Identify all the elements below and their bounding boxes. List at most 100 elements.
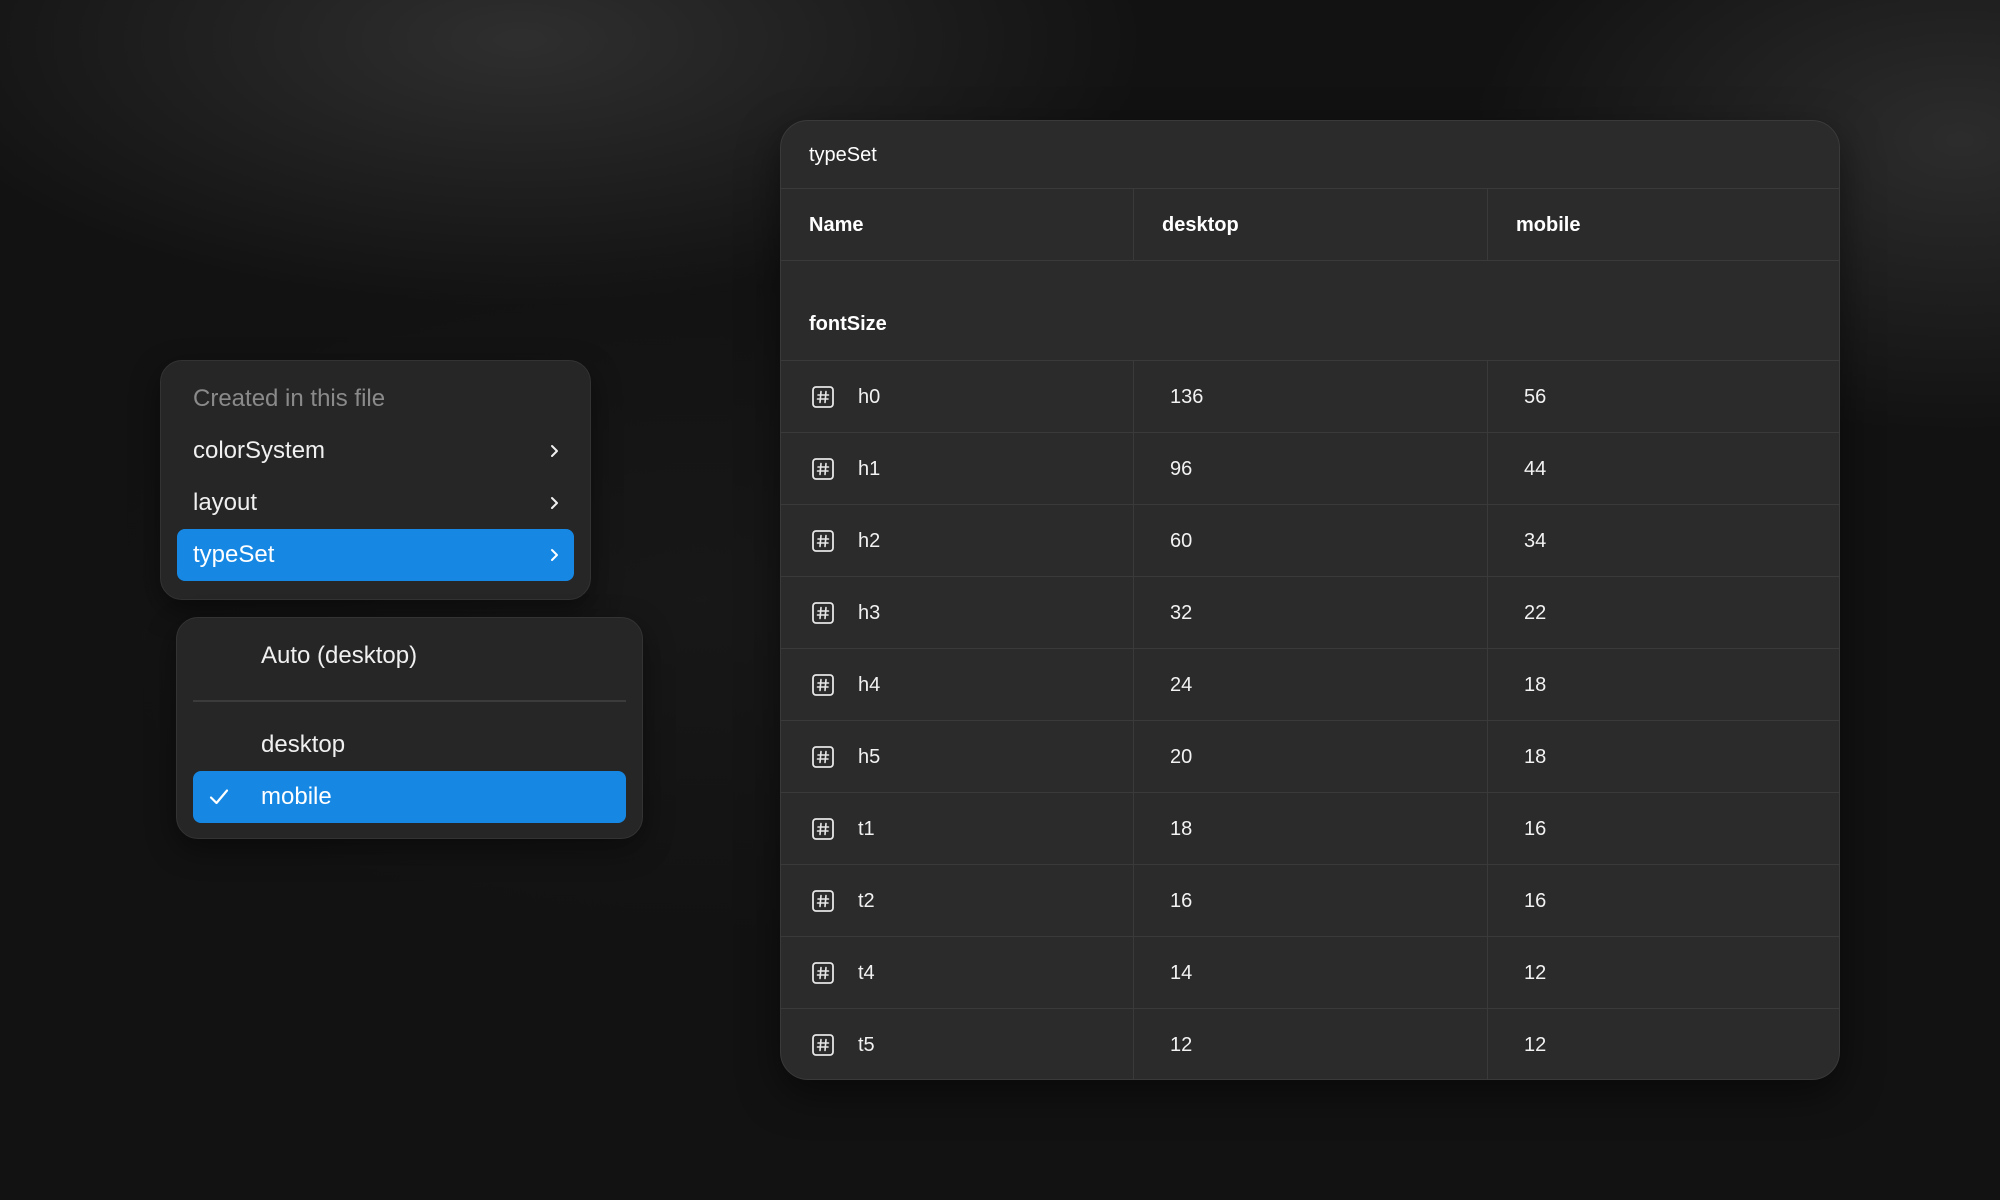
desktop-value-cell[interactable]: 12 — [1134, 1009, 1488, 1079]
variable-name: t5 — [858, 1034, 875, 1056]
table-row[interactable]: t4 14 12 — [781, 937, 1839, 1009]
number-variable-icon — [812, 818, 834, 840]
variable-rows: h0 136 56 h1 96 44 h2 60 34 h3 32 22 h4 24 18 h5 20 18 t1 1… — [781, 361, 1839, 1079]
collection-item-layout[interactable]: layout — [177, 477, 574, 529]
chevron-right-icon — [551, 497, 558, 509]
variable-name-cell[interactable]: t1 — [781, 793, 1134, 864]
mobile-value: 22 — [1524, 602, 1547, 624]
mobile-value-cell[interactable]: 12 — [1488, 937, 1839, 1008]
desktop-value-cell[interactable]: 16 — [1134, 865, 1488, 936]
table-row[interactable]: h1 96 44 — [781, 433, 1839, 505]
desktop-value-cell[interactable]: 96 — [1134, 433, 1488, 504]
desktop-value-cell[interactable]: 60 — [1134, 505, 1488, 576]
group-label: fontSize — [809, 313, 887, 335]
collection-item-label: typeSet — [193, 541, 275, 568]
variable-name-cell[interactable]: h0 — [781, 361, 1134, 432]
mobile-value-cell[interactable]: 56 — [1488, 361, 1839, 432]
variable-name: h1 — [858, 458, 881, 480]
desktop-value: 20 — [1170, 746, 1193, 768]
collection-title: typeSet — [781, 121, 1839, 189]
variable-name-cell[interactable]: h4 — [781, 649, 1134, 720]
table-header-row: Name desktop mobile — [781, 189, 1839, 261]
number-variable-icon — [812, 386, 834, 408]
mode-item-auto[interactable]: Auto (desktop) — [193, 630, 626, 682]
number-variable-icon — [812, 458, 834, 480]
mobile-value-cell[interactable]: 18 — [1488, 721, 1839, 792]
number-variable-icon — [812, 602, 834, 624]
variable-name-cell[interactable]: t4 — [781, 937, 1134, 1008]
collection-item-colorsystem[interactable]: colorSystem — [177, 425, 574, 477]
mobile-value-cell[interactable]: 22 — [1488, 577, 1839, 648]
number-variable-icon — [812, 890, 834, 912]
column-header-mobile[interactable]: mobile — [1488, 189, 1839, 260]
desktop-value-cell[interactable]: 24 — [1134, 649, 1488, 720]
group-row: fontSize — [781, 261, 1839, 361]
variable-name: h4 — [858, 674, 881, 696]
desktop-value: 12 — [1170, 1034, 1193, 1056]
variable-name-cell[interactable]: h2 — [781, 505, 1134, 576]
variable-name-cell[interactable]: t2 — [781, 865, 1134, 936]
modes-menu: Auto (desktop) desktop mobile — [176, 617, 643, 839]
number-variable-icon — [812, 674, 834, 696]
number-variable-icon — [812, 746, 834, 768]
desktop-value: 60 — [1170, 530, 1193, 552]
collections-menu: Created in this file colorSystem layout … — [160, 360, 591, 600]
desktop-value-cell[interactable]: 32 — [1134, 577, 1488, 648]
table-row[interactable]: t1 18 16 — [781, 793, 1839, 865]
desktop-value-cell[interactable]: 18 — [1134, 793, 1488, 864]
column-header-name[interactable]: Name — [781, 189, 1134, 260]
mobile-value: 56 — [1524, 386, 1547, 408]
desktop-value: 16 — [1170, 890, 1193, 912]
column-header-desktop[interactable]: desktop — [1134, 189, 1488, 260]
table-row[interactable]: h3 32 22 — [781, 577, 1839, 649]
desktop-value-cell[interactable]: 136 — [1134, 361, 1488, 432]
menu-divider — [193, 700, 626, 702]
mobile-value: 18 — [1524, 746, 1547, 768]
mode-item-label: Auto (desktop) — [261, 642, 418, 669]
table-row[interactable]: t2 16 16 — [781, 865, 1839, 937]
mode-item-desktop[interactable]: desktop — [193, 719, 626, 771]
table-row[interactable]: t5 12 12 — [781, 1009, 1839, 1079]
mode-item-label: mobile — [261, 783, 332, 810]
number-variable-icon — [812, 1034, 834, 1056]
variable-name: t4 — [858, 962, 875, 984]
mobile-value-cell[interactable]: 18 — [1488, 649, 1839, 720]
chevron-right-icon — [551, 549, 558, 561]
variable-name: h3 — [858, 602, 881, 624]
desktop-value: 24 — [1170, 674, 1193, 696]
variables-table-panel: typeSet Name desktop mobile fontSize h0 1… — [780, 120, 1840, 1080]
table-row[interactable]: h4 24 18 — [781, 649, 1839, 721]
mobile-value-cell[interactable]: 12 — [1488, 1009, 1839, 1079]
number-variable-icon — [812, 530, 834, 552]
mode-item-mobile[interactable]: mobile — [193, 771, 626, 823]
mobile-value-cell[interactable]: 44 — [1488, 433, 1839, 504]
variable-name: h5 — [858, 746, 881, 768]
mobile-value: 34 — [1524, 530, 1547, 552]
desktop-value: 136 — [1170, 386, 1204, 408]
variable-name-cell[interactable]: h3 — [781, 577, 1134, 648]
mobile-value: 12 — [1524, 962, 1547, 984]
variable-name-cell[interactable]: h5 — [781, 721, 1134, 792]
variable-name-cell[interactable]: h1 — [781, 433, 1134, 504]
chevron-right-icon — [551, 445, 558, 457]
mobile-value: 18 — [1524, 674, 1547, 696]
mobile-value: 16 — [1524, 818, 1547, 840]
table-row[interactable]: h2 60 34 — [781, 505, 1839, 577]
variable-name-cell[interactable]: t5 — [781, 1009, 1134, 1079]
mobile-value-cell[interactable]: 16 — [1488, 793, 1839, 864]
desktop-value-cell[interactable]: 20 — [1134, 721, 1488, 792]
collection-item-label: layout — [193, 489, 258, 516]
mobile-value-cell[interactable]: 16 — [1488, 865, 1839, 936]
collection-item-typeset[interactable]: typeSet — [177, 529, 574, 581]
menu-header: Created in this file — [193, 385, 386, 412]
checkmark-icon — [209, 789, 229, 805]
desktop-value: 14 — [1170, 962, 1193, 984]
collection-item-label: colorSystem — [193, 437, 326, 464]
desktop-value-cell[interactable]: 14 — [1134, 937, 1488, 1008]
mode-item-label: desktop — [261, 731, 346, 758]
table-row[interactable]: h5 20 18 — [781, 721, 1839, 793]
mobile-value-cell[interactable]: 34 — [1488, 505, 1839, 576]
variable-name: h0 — [858, 386, 881, 408]
variable-name: t1 — [858, 818, 875, 840]
table-row[interactable]: h0 136 56 — [781, 361, 1839, 433]
